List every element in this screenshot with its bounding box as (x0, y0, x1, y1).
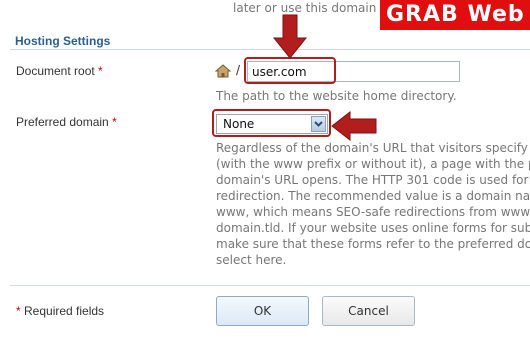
required-mark: * (16, 304, 21, 318)
required-mark: * (112, 115, 117, 129)
highlight-box-document-root (244, 57, 336, 84)
description-line: Regardless of the domain's URL that visi… (216, 141, 530, 155)
required-fields-text: Required fields (24, 304, 105, 318)
description-line: www, which means SEO-safe redirections f… (216, 205, 530, 219)
description-line: redirection. The recommended value is a … (216, 189, 530, 203)
highlight-box-preferred-domain (212, 109, 331, 137)
grabweb-logo: GRAB Web (380, 0, 530, 30)
description-line: domain.tld. If your website uses online … (216, 221, 530, 235)
left-arrow-annotation-icon (331, 111, 377, 141)
required-fields-note: * Required fields (16, 304, 104, 318)
logo-grab: GRAB (386, 2, 459, 27)
preferred-domain-label-text: Preferred domain (16, 115, 109, 129)
ok-button[interactable]: OK (216, 296, 309, 326)
description-line: select here. (216, 253, 287, 267)
home-icon (215, 64, 231, 78)
footer-divider (10, 285, 530, 286)
description-line: make sure that these forms refer to the … (216, 237, 530, 251)
document-root-hint: The path to the website home directory. (216, 89, 457, 103)
cancel-button[interactable]: Cancel (322, 296, 415, 326)
document-root-label-text: Document root (16, 64, 95, 78)
description-line: (with the www prefix or without it), a p… (216, 157, 530, 171)
section-title: Hosting Settings (15, 34, 111, 48)
top-partial-text: later or use this domain f (233, 1, 385, 15)
logo-web: Web (467, 2, 525, 27)
description-line: domain's URL opens. The HTTP 301 code is… (216, 173, 530, 187)
section-divider (10, 49, 530, 50)
document-root-label: Document root * (16, 64, 103, 78)
required-mark: * (98, 64, 103, 78)
preferred-domain-label: Preferred domain * (16, 115, 117, 129)
down-arrow-annotation-icon (272, 14, 308, 59)
path-separator: / (236, 63, 241, 77)
